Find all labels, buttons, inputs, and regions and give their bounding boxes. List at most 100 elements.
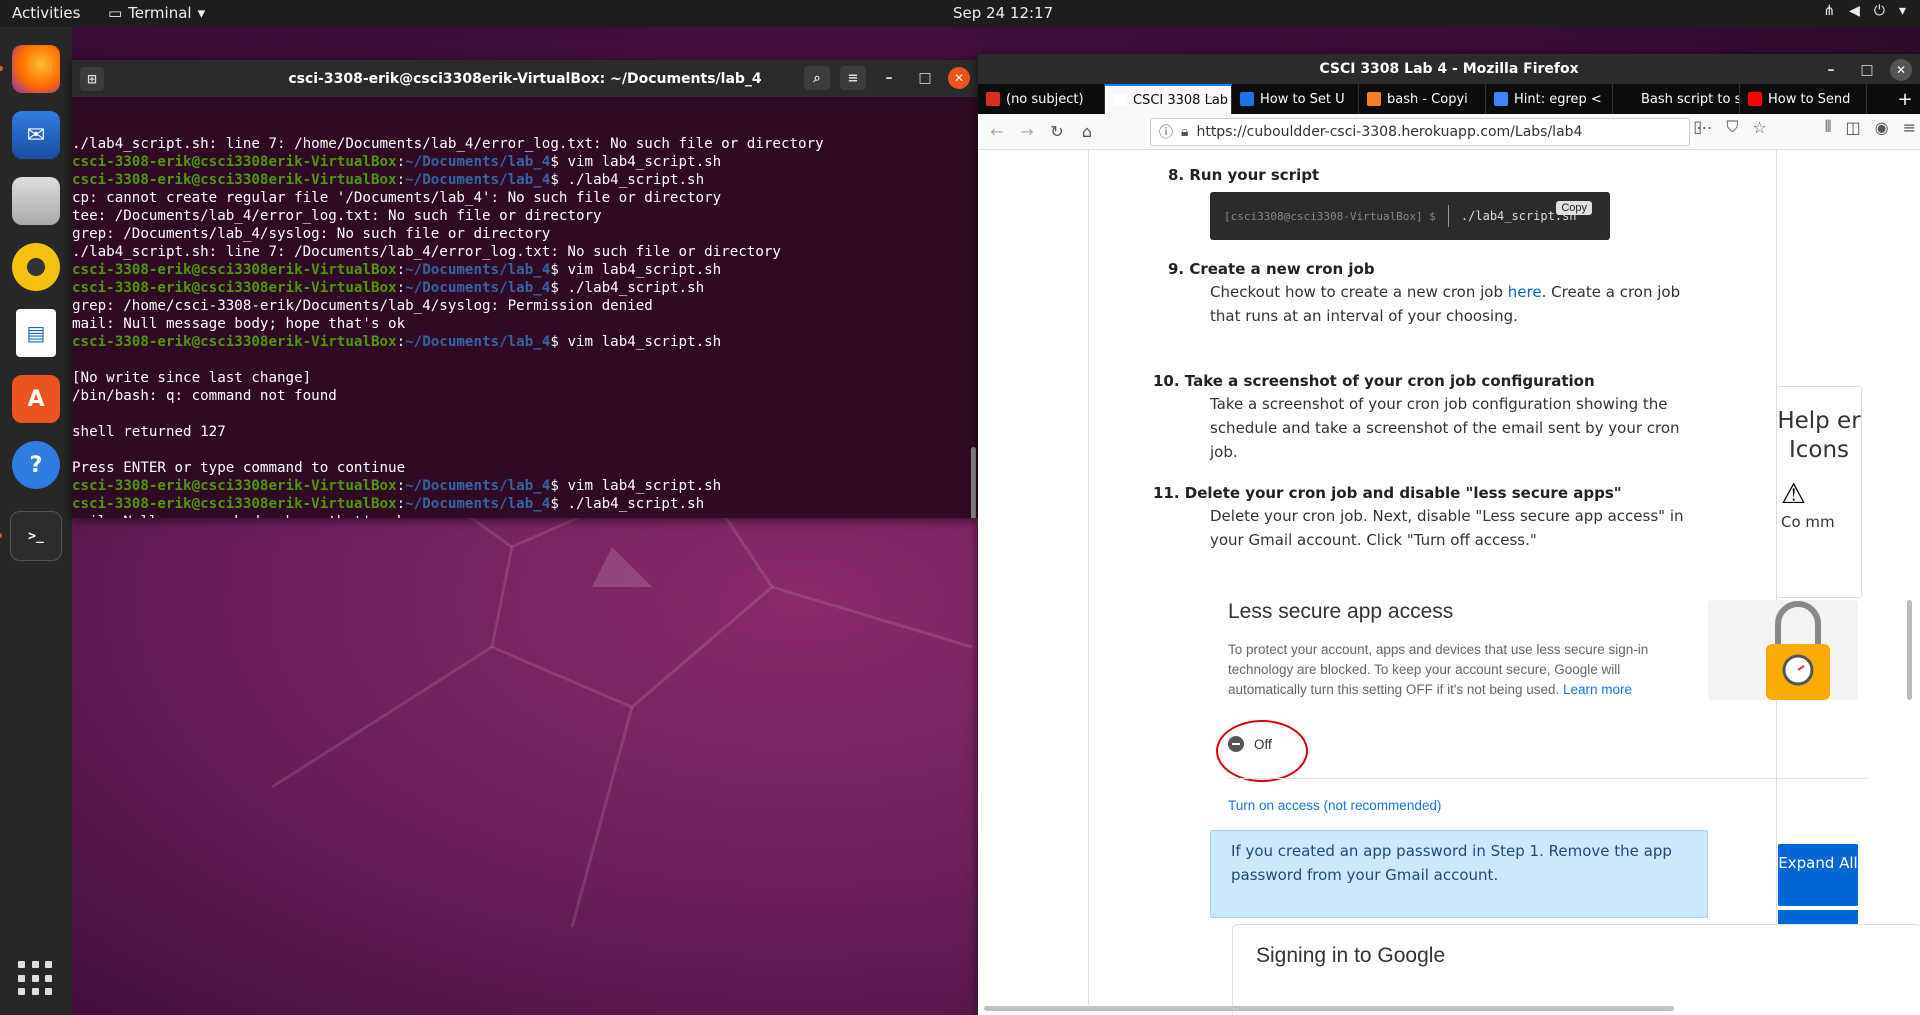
- rhythmbox-icon[interactable]: [12, 243, 60, 291]
- expand-all-button[interactable]: Expand All: [1778, 844, 1858, 906]
- terminal-line: grep: /Documents/lab_4/syslog: No such f…: [72, 226, 551, 242]
- terminal-icon[interactable]: >_: [0, 511, 62, 561]
- browser-tab[interactable]: (no subject): [978, 84, 1105, 114]
- chevron-down-icon: ▾: [1898, 3, 1906, 19]
- hamburger-menu-icon[interactable]: ≡: [840, 66, 866, 90]
- page-content: 8. Run your script [csci3308@csci3308-Vi…: [978, 150, 1920, 1015]
- activities-button[interactable]: Activities: [12, 4, 80, 22]
- lock-icon[interactable]: 🔒︎: [1181, 124, 1188, 140]
- help-icon[interactable]: ?: [12, 441, 60, 489]
- app-menu-label: Terminal: [128, 4, 192, 22]
- back-icon[interactable]: ←: [982, 117, 1012, 147]
- terminal-line: csci-3308-erik@csci3308erik-VirtualBox:~…: [72, 496, 705, 512]
- browser-tab[interactable]: bash - Copyi: [1359, 84, 1486, 114]
- helper-icons-panel: Help er Icons ⚠ Co mm: [1776, 386, 1862, 598]
- terminal-output[interactable]: ./lab4_script.sh: line 7: /home/Document…: [72, 97, 978, 518]
- copy-button[interactable]: Copy: [1556, 201, 1592, 215]
- network-icon: ⋔: [1823, 3, 1836, 19]
- tab-label: How to Set U: [1260, 91, 1345, 107]
- terminal-line: csci-3308-erik@csci3308erik-VirtualBox:~…: [72, 154, 722, 170]
- forward-icon[interactable]: →: [1012, 117, 1042, 147]
- browser-tab[interactable]: Hint: egrep <: [1486, 84, 1613, 114]
- step-11-title: 11. Delete your cron job and disable "le…: [1153, 484, 1622, 502]
- terminal-window[interactable]: ⊞ csci-3308-erik@csci3308erik-VirtualBox…: [72, 60, 978, 518]
- url-bar[interactable]: ⓘ 🔒︎ https://cubouldder-csci-3308.heroku…: [1150, 118, 1690, 146]
- tab-label: Hint: egrep <: [1514, 91, 1602, 107]
- code-prompt: [csci3308@csci3308-VirtualBox] $: [1224, 209, 1436, 223]
- chevron-down-icon: ▾: [197, 4, 206, 22]
- terminal-line: csci-3308-erik@csci3308erik-VirtualBox:~…: [72, 172, 705, 188]
- step-10-title: 10. Take a screenshot of your cron job c…: [1153, 372, 1595, 390]
- tab-label: Bash script to se: [1641, 91, 1740, 107]
- thunderbird-icon[interactable]: ✉: [12, 111, 60, 159]
- minimize-icon[interactable]: –: [1818, 58, 1844, 82]
- lsa-body: To protect your account, apps and device…: [1228, 642, 1649, 697]
- sidebar-icon[interactable]: ◫: [1846, 118, 1861, 137]
- terminal-scrollbar[interactable]: [971, 447, 976, 518]
- tab-label: (no subject): [1006, 91, 1084, 107]
- close-icon[interactable]: ✕: [1890, 59, 1912, 81]
- close-icon[interactable]: ✕: [948, 67, 970, 89]
- terminal-titlebar[interactable]: ⊞ csci-3308-erik@csci3308erik-VirtualBox…: [72, 60, 978, 97]
- reload-icon[interactable]: ↻: [1042, 117, 1072, 147]
- info-callout: If you created an app password in Step 1…: [1210, 830, 1708, 918]
- terminal-line: [No write since last change]: [72, 370, 312, 386]
- new-tab-button[interactable]: +: [1890, 84, 1920, 114]
- code-block: [csci3308@csci3308-VirtualBox] $ ./lab4_…: [1210, 192, 1610, 240]
- firefox-icon[interactable]: [0, 45, 60, 93]
- pocket-icon[interactable]: ⛉: [1726, 117, 1738, 137]
- warning-icon: ⚠: [1781, 477, 1807, 510]
- url-text[interactable]: https://cubouldder-csci-3308.herokuapp.c…: [1196, 124, 1582, 140]
- signing-card: [1232, 924, 1920, 1015]
- search-icon[interactable]: ⌕: [804, 66, 830, 90]
- library-icon[interactable]: ⫴: [1825, 117, 1832, 137]
- browser-tab[interactable]: How to Set U: [1232, 84, 1359, 114]
- step-9-title: 9. Create a new cron job: [1168, 260, 1375, 278]
- clock[interactable]: Sep 24 12:17: [953, 4, 1053, 22]
- maximize-icon[interactable]: □: [912, 66, 938, 90]
- menu-icon[interactable]: ≡: [1903, 118, 1916, 137]
- browser-tab[interactable]: Bash script to se: [1613, 84, 1740, 114]
- firefox-titlebar[interactable]: CSCI 3308 Lab 4 - Mozilla Firefox – □ ✕: [978, 54, 1920, 84]
- lock-illustration-icon: [1708, 600, 1858, 700]
- red-annotation-circle: [1216, 720, 1308, 782]
- terminal-line: ./lab4_script.sh: line 7: /home/Document…: [72, 136, 824, 152]
- app-menu[interactable]: ▭ Terminal ▾: [108, 4, 205, 22]
- tab-label: bash - Copyi: [1387, 91, 1468, 107]
- libreoffice-writer-icon[interactable]: ▤: [16, 309, 56, 357]
- top-bar: Activities ▭ Terminal ▾ Sep 24 12:17 ⋔ ◀…: [0, 0, 1920, 27]
- gmail-icon: [986, 92, 1000, 106]
- turn-on-access-link[interactable]: Turn on access (not recommended): [1228, 798, 1441, 813]
- page-actions-icon[interactable]: ⋯: [1696, 118, 1712, 137]
- volume-icon: ◀: [1849, 3, 1860, 19]
- info-icon[interactable]: ⓘ: [1159, 122, 1173, 142]
- terminal-line: shell returned 127: [72, 424, 226, 440]
- divider: [1088, 150, 1089, 1005]
- page-scrollbar[interactable]: [1907, 600, 1912, 700]
- browser-tab[interactable]: CSCI 3308 Lab✕: [1105, 84, 1232, 114]
- minimize-icon[interactable]: –: [876, 66, 902, 90]
- ubuntu-software-icon[interactable]: A: [12, 375, 60, 423]
- horizontal-scrollbar[interactable]: [984, 1006, 1674, 1011]
- bookmark-star-icon[interactable]: ☆: [1752, 118, 1766, 137]
- signing-title: Signing in to Google: [1256, 944, 1446, 967]
- system-status-menu[interactable]: ⋔ ◀ ⏻ ▾: [1823, 3, 1906, 19]
- browser-tab[interactable]: How to Send: [1740, 84, 1867, 114]
- here-link[interactable]: here: [1508, 283, 1542, 301]
- new-tab-icon[interactable]: ⊞: [80, 67, 104, 91]
- google-icon: [1494, 92, 1508, 106]
- terminal-line: csci-3308-erik@csci3308erik-VirtualBox:~…: [72, 478, 722, 494]
- terminal-line: mail: Null message body; hope that's ok: [72, 316, 406, 332]
- firefox-window[interactable]: CSCI 3308 Lab 4 - Mozilla Firefox – □ ✕ …: [978, 54, 1920, 1015]
- maximize-icon[interactable]: □: [1854, 58, 1880, 82]
- terminal-line: csci-3308-erik@csci3308erik-VirtualBox:~…: [72, 280, 705, 296]
- learn-more-link[interactable]: Learn more: [1563, 682, 1632, 697]
- account-icon[interactable]: ◉: [1875, 118, 1889, 137]
- globe-icon: [1240, 92, 1254, 106]
- files-icon[interactable]: [12, 177, 60, 225]
- home-icon[interactable]: ⌂: [1072, 117, 1102, 147]
- show-applications-icon[interactable]: [18, 961, 54, 997]
- step-9-body: Checkout how to create a new cron job he…: [1210, 283, 1681, 325]
